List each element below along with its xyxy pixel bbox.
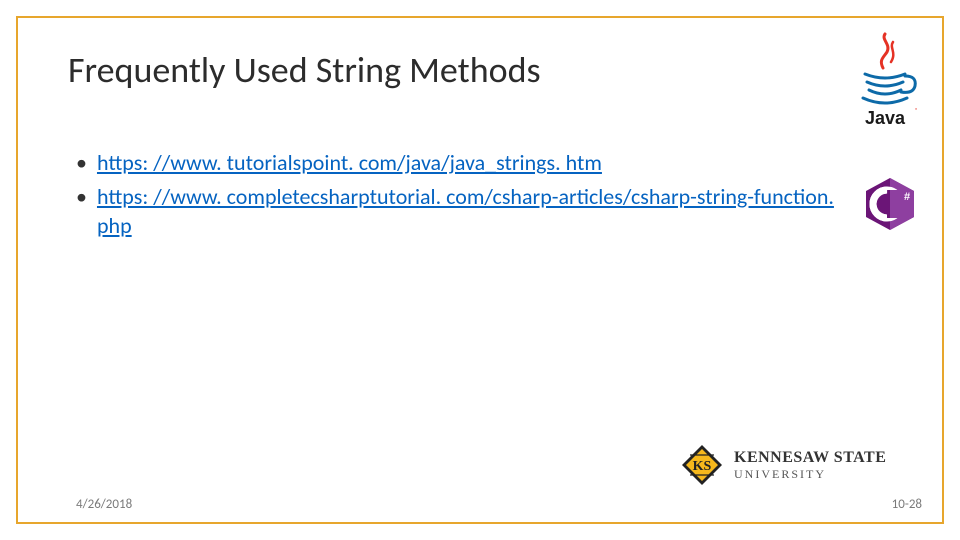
slide: Frequently Used String Methods Java ® # (0, 0, 960, 540)
ksu-logo: KS KENNESAW STATE UNIVERSITY (680, 440, 920, 490)
svg-text:KS: KS (693, 459, 712, 474)
ksu-name: KENNESAW STATE (734, 449, 886, 467)
bullet-dot-icon: • (76, 182, 87, 241)
bullet-item: • https: //www. tutorialspoint. com/java… (76, 148, 840, 178)
svg-text:®: ® (915, 106, 918, 114)
slide-title: Frequently Used String Methods (68, 48, 541, 92)
svg-text:#: # (904, 191, 910, 203)
bullet-list: • https: //www. tutorialspoint. com/java… (76, 148, 840, 245)
ksu-mark-icon: KS (680, 443, 724, 487)
csharp-logo-icon: # (862, 176, 918, 232)
bullet-dot-icon: • (76, 148, 87, 178)
ksu-text: KENNESAW STATE UNIVERSITY (734, 449, 886, 482)
footer-slide-number: 10-28 (892, 497, 922, 512)
bullet-item: • https: //www. completecsharptutorial. … (76, 182, 840, 241)
ksu-subname: UNIVERSITY (734, 467, 886, 482)
java-logo-icon: Java ® (845, 30, 925, 130)
link-csharp-string-function[interactable]: https: //www. completecsharptutorial. co… (97, 182, 840, 241)
link-java-strings[interactable]: https: //www. tutorialspoint. com/java/j… (97, 148, 602, 178)
footer-date: 4/26/2018 (76, 497, 132, 512)
java-logo-text: Java (865, 108, 906, 128)
